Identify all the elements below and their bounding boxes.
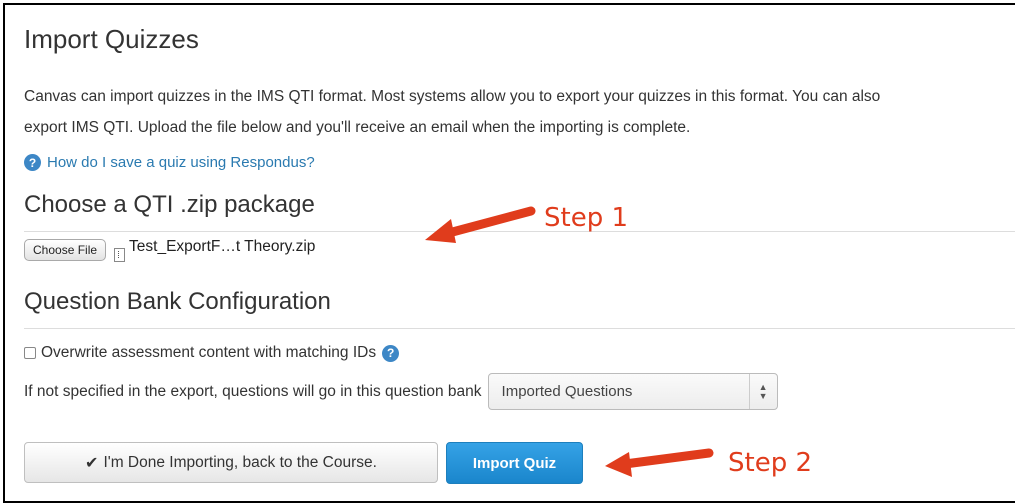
question-bank-row: If not specified in the export, question… [24,373,778,410]
overwrite-checkbox[interactable] [24,347,36,359]
question-bank-divider [24,328,1015,329]
choose-file-button[interactable]: Choose File [24,239,107,261]
overwrite-option: Overwrite assessment content with matchi… [24,344,400,362]
intro-line-2: export IMS QTI. Upload the file below an… [24,119,691,136]
step-1-label: Step 1 [544,203,629,233]
step-2-label: Step 2 [728,448,813,478]
respondus-help-link[interactable]: ? How do I save a quiz using Respondus? [24,154,315,171]
bank-label: If not specified in the export, question… [24,382,482,400]
intro-text: Canvas can import quizzes in the IMS QTI… [24,81,1015,143]
import-button-label: Import Quiz [472,454,557,472]
question-bank-select[interactable]: Imported Questions ▲ ▼ [487,373,778,410]
bank-selected-value: Imported Questions [501,383,633,400]
arrow-annotation-icon [425,206,536,243]
done-button-label: I'm Done Importing, back to the Course. [103,453,377,471]
import-quiz-button[interactable]: Import Quiz [446,442,583,484]
intro-line-1: Canvas can import quizzes in the IMS QTI… [24,88,881,105]
checkmark-icon: ✔ [85,454,99,472]
select-divider [748,374,750,409]
file-icon [114,248,126,262]
overwrite-label: Overwrite assessment content with matchi… [41,344,377,361]
arrow-annotation-icon [605,448,714,477]
question-bank-heading: Question Bank Configuration [24,288,331,315]
package-heading: Choose a QTI .zip package [24,191,315,218]
selected-file-name: Test_ExportF…t Theory.zip [129,238,316,255]
page-title: Import Quizzes [24,24,199,54]
done-importing-button[interactable]: ✔ I'm Done Importing, back to the Course… [24,442,438,483]
select-arrows-icon: ▲ ▼ [758,382,768,401]
import-quizzes-panel: Import Quizzes Canvas can import quizzes… [3,3,1015,503]
help-icon[interactable]: ? [382,344,400,362]
help-icon: ? [24,154,41,171]
file-upload-row: Choose File Test_ExportF…t Theory.zip [24,238,315,262]
help-link-label: How do I save a quiz using Respondus? [47,154,315,171]
